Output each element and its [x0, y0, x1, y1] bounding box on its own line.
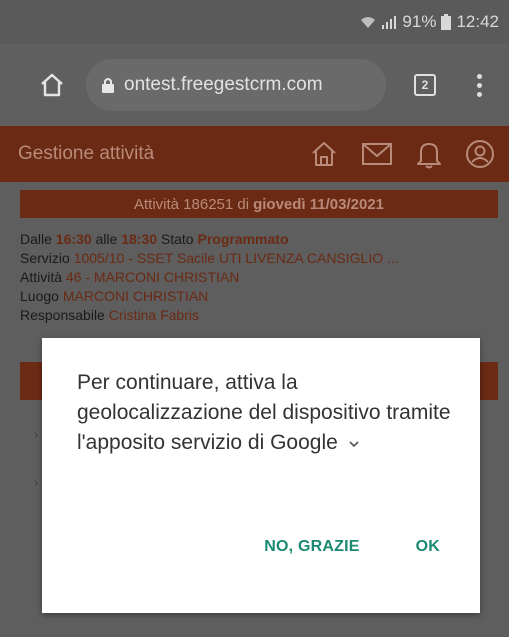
place-row: Luogo MARCONI CHRISTIAN: [20, 287, 505, 306]
lock-icon: [102, 78, 114, 93]
place-value: MARCONI CHRISTIAN: [62, 288, 209, 304]
state-label: Stato: [160, 231, 194, 247]
page-title: Gestione attività: [18, 143, 155, 164]
service-value: 1005/10 - SSET Sacile UTI LIVENZA CANSIG…: [73, 250, 399, 266]
time-row: Dalle 16:30 alle 18:30 Stato Programmato: [20, 230, 505, 249]
activity-label: Attività: [20, 269, 63, 285]
service-label: Servizio: [20, 250, 70, 266]
activity-banner: Attività 186251 di giovedì 11/03/2021: [20, 190, 498, 218]
background-list-marker: ›: [34, 426, 39, 442]
battery-percent: 91%: [402, 12, 437, 31]
app-header: Gestione attività: [0, 126, 509, 182]
browser-toolbar: ontest.freegestcrm.com 2: [0, 44, 509, 126]
chevron-down-icon[interactable]: [348, 428, 360, 458]
place-label: Luogo: [20, 288, 59, 304]
menu-dot: [476, 91, 482, 97]
address-bar[interactable]: ontest.freegestcrm.com: [86, 59, 386, 111]
manager-row: Responsabile Cristina Fabris: [20, 306, 505, 325]
wifi-icon: [361, 17, 376, 28]
activity-banner-date: giovedì 11/03/2021: [253, 195, 384, 213]
mail-icon[interactable]: [361, 141, 393, 167]
activity-banner-prefix: Attività 186251 di: [134, 195, 250, 213]
manager-label: Responsabile: [20, 307, 105, 323]
manager-value: Cristina Fabris: [108, 307, 199, 323]
service-row: Servizio 1005/10 - SSET Sacile UTI LIVEN…: [20, 249, 505, 268]
dialog-actions: NO, GRAZIE OK: [264, 538, 440, 556]
activity-value: 46 - MARCONI CHRISTIAN: [65, 269, 240, 285]
to-label: alle: [95, 231, 118, 247]
status-bar: 91% 12:42: [0, 0, 509, 44]
activity-details: Dalle 16:30 alle 18:30 Stato Programmato…: [20, 230, 505, 325]
signal-icon: [382, 16, 397, 29]
dialog-message: Per continuare, attiva la geolocalizzazi…: [77, 371, 451, 454]
battery-icon: [441, 14, 452, 30]
from-time: 16:30: [55, 231, 92, 247]
clock: 12:42: [456, 12, 499, 31]
url-text: ontest.freegestcrm.com: [124, 74, 323, 95]
from-label: Dalle: [20, 231, 52, 247]
home-icon: [41, 73, 63, 97]
background-list-marker: ›: [34, 474, 39, 490]
bell-icon[interactable]: [415, 139, 443, 169]
browser-menu-button[interactable]: [474, 73, 484, 97]
menu-dot: [476, 73, 482, 79]
dialog-message-container: Per continuare, attiva la geolocalizzazi…: [77, 368, 457, 458]
activity-row: Attività 46 - MARCONI CHRISTIAN: [20, 268, 505, 287]
geolocation-dialog: Per continuare, attiva la geolocalizzazi…: [42, 338, 480, 613]
to-time: 18:30: [121, 231, 157, 247]
state-value: Programmato: [197, 231, 289, 247]
home-icon[interactable]: [309, 139, 339, 169]
account-icon[interactable]: [465, 139, 495, 169]
browser-home-button[interactable]: [24, 57, 80, 113]
ok-button[interactable]: OK: [416, 538, 440, 556]
tab-switcher-button[interactable]: 2: [414, 74, 436, 96]
no-thanks-button[interactable]: NO, GRAZIE: [264, 538, 359, 556]
menu-dot: [476, 82, 482, 88]
